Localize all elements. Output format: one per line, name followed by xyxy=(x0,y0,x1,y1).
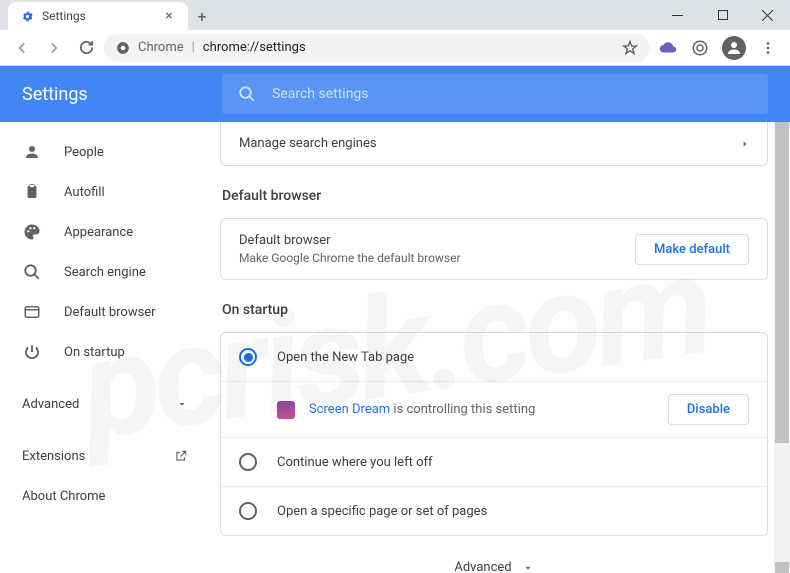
sidebar-item-search-engine[interactable]: Search engine xyxy=(0,252,210,292)
menu-icon[interactable] xyxy=(754,34,782,62)
sidebar-extensions-label: Extensions xyxy=(22,449,85,464)
scrollbar-up-button[interactable] xyxy=(775,122,789,133)
address-url: chrome://settings xyxy=(203,40,306,55)
browser-tab[interactable]: Settings × xyxy=(8,2,188,30)
make-default-button[interactable]: Make default xyxy=(635,234,749,265)
sidebar-about-link[interactable]: About Chrome xyxy=(0,476,210,516)
scrollbar-down-button[interactable] xyxy=(775,562,789,573)
address-bar: Chrome | chrome://settings xyxy=(0,30,790,66)
close-icon[interactable]: × xyxy=(162,9,176,23)
back-button[interactable] xyxy=(8,34,36,62)
sidebar-item-default-browser[interactable]: Default browser xyxy=(0,292,210,332)
main-panel: Manage search engines Default browser De… xyxy=(210,122,790,573)
option-label: Continue where you left off xyxy=(277,455,433,470)
sidebar-item-appearance[interactable]: Appearance xyxy=(0,212,210,252)
sidebar-item-on-startup[interactable]: On startup xyxy=(0,332,210,372)
sidebar-item-label: Autofill xyxy=(64,185,105,200)
content-area: pcrisk.com People Autofill Appearance Se… xyxy=(0,122,790,573)
power-icon xyxy=(22,342,42,362)
row-label: Manage search engines xyxy=(239,136,377,151)
forward-button[interactable] xyxy=(40,34,68,62)
sidebar: People Autofill Appearance Search engine… xyxy=(0,122,210,573)
default-browser-card: Default browser Make Google Chrome the d… xyxy=(220,218,768,280)
sidebar-advanced-toggle[interactable]: Advanced xyxy=(0,384,210,424)
option-label: Open the New Tab page xyxy=(277,350,414,365)
radio-icon xyxy=(239,502,257,520)
chevron-down-icon xyxy=(522,562,534,573)
browser-icon xyxy=(22,302,42,322)
sidebar-item-label: On startup xyxy=(64,345,125,360)
default-browser-label: Default browser xyxy=(239,233,461,248)
star-icon[interactable] xyxy=(622,40,638,56)
new-tab-button[interactable]: + xyxy=(188,2,216,30)
maximize-button[interactable] xyxy=(700,0,745,30)
palette-icon xyxy=(22,222,42,242)
minimize-button[interactable] xyxy=(655,0,700,30)
on-startup-section-title: On startup xyxy=(222,302,768,318)
sidebar-advanced-label: Advanced xyxy=(22,397,79,412)
search-input[interactable] xyxy=(272,86,752,102)
settings-header: Settings xyxy=(0,66,790,122)
page-title: Settings xyxy=(22,84,202,105)
chevron-down-icon xyxy=(176,398,188,410)
scrollbar-thumb[interactable] xyxy=(775,133,789,443)
person-icon xyxy=(22,142,42,162)
chevron-right-icon xyxy=(741,138,749,150)
extension-name-link[interactable]: Screen Dream xyxy=(309,402,390,417)
radio-icon xyxy=(239,453,257,471)
chrome-icon xyxy=(116,41,130,55)
address-chrome-label: Chrome xyxy=(138,40,184,55)
scrollbar-track[interactable] xyxy=(774,122,790,573)
gear-icon xyxy=(20,9,34,23)
on-startup-card: Open the New Tab page Screen Dream is co… xyxy=(220,332,768,536)
reload-button[interactable] xyxy=(72,34,100,62)
extension-cloud-icon[interactable] xyxy=(654,34,682,62)
tab-title: Settings xyxy=(42,9,86,23)
address-separator: | xyxy=(192,40,195,55)
default-browser-sub: Make Google Chrome the default browser xyxy=(239,251,461,265)
sidebar-item-label: Search engine xyxy=(64,265,146,280)
default-browser-section-title: Default browser xyxy=(222,188,768,204)
disable-button[interactable]: Disable xyxy=(668,394,749,425)
startup-option-new-tab[interactable]: Open the New Tab page xyxy=(221,333,767,382)
sidebar-extensions-link[interactable]: Extensions xyxy=(0,436,210,476)
sidebar-about-label: About Chrome xyxy=(22,489,105,504)
option-label: Open a specific page or set of pages xyxy=(277,504,487,519)
footer-advanced-label: Advanced xyxy=(454,560,511,573)
extension-icon xyxy=(277,401,295,419)
search-engines-card: Manage search engines xyxy=(220,122,768,166)
sidebar-item-autofill[interactable]: Autofill xyxy=(0,172,210,212)
address-field[interactable]: Chrome | chrome://settings xyxy=(104,34,650,62)
default-browser-row: Default browser Make Google Chrome the d… xyxy=(221,219,767,279)
sidebar-item-label: People xyxy=(64,145,104,160)
profile-avatar[interactable] xyxy=(722,36,746,60)
extension-circle-icon[interactable] xyxy=(686,34,714,62)
sidebar-item-people[interactable]: People xyxy=(0,132,210,172)
footer-advanced-toggle[interactable]: Advanced xyxy=(220,536,768,573)
window-controls xyxy=(655,0,790,30)
sidebar-item-label: Default browser xyxy=(64,305,156,320)
radio-icon xyxy=(239,348,257,366)
search-icon xyxy=(22,262,42,282)
clipboard-icon xyxy=(22,182,42,202)
sidebar-item-label: Appearance xyxy=(64,225,133,240)
close-window-button[interactable] xyxy=(745,0,790,30)
search-icon xyxy=(238,85,256,103)
extension-controlling-row: Screen Dream is controlling this setting… xyxy=(221,382,767,438)
open-in-new-icon xyxy=(174,449,188,463)
startup-option-specific-page[interactable]: Open a specific page or set of pages xyxy=(221,487,767,535)
search-settings-box[interactable] xyxy=(222,74,768,114)
manage-search-engines-row[interactable]: Manage search engines xyxy=(221,122,767,165)
extension-note: Screen Dream is controlling this setting xyxy=(309,402,535,417)
window-titlebar: Settings × + xyxy=(0,0,790,30)
startup-option-continue[interactable]: Continue where you left off xyxy=(221,438,767,487)
